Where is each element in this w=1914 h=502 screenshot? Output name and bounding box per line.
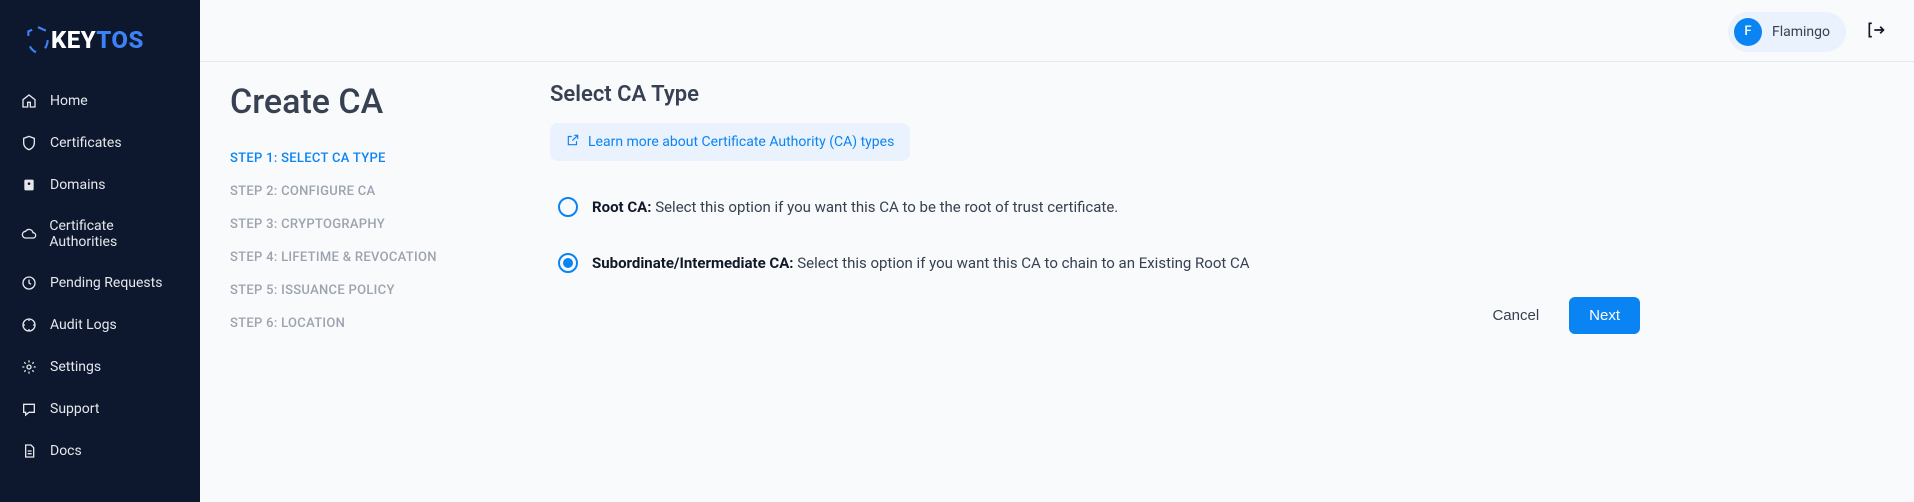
sidebar-item-label: Certificate Authorities bbox=[49, 218, 180, 250]
option-sub-text: Subordinate/Intermediate CA: Select this… bbox=[592, 254, 1250, 272]
logout-icon bbox=[1866, 20, 1886, 44]
learn-more-link[interactable]: Learn more about Certificate Authority (… bbox=[550, 123, 910, 161]
nav-list: Home Certificates Domains Certificate Au… bbox=[0, 80, 200, 472]
sidebar-item-label: Settings bbox=[50, 359, 101, 375]
sidebar-item-pending-requests[interactable]: Pending Requests bbox=[0, 262, 200, 304]
badge-icon bbox=[20, 176, 38, 194]
step-4: STEP 4: LIFETIME & REVOCATION bbox=[230, 241, 490, 274]
sidebar-item-support[interactable]: Support bbox=[0, 388, 200, 430]
cancel-button[interactable]: Cancel bbox=[1478, 297, 1553, 334]
sidebar-item-label: Support bbox=[50, 401, 99, 417]
logout-button[interactable] bbox=[1858, 14, 1894, 50]
main-content: F Flamingo Create CA STEP 1: SELECT CA T… bbox=[200, 2, 1914, 502]
sidebar-item-certificate-authorities[interactable]: Certificate Authorities bbox=[0, 206, 200, 262]
sidebar-item-docs[interactable]: Docs bbox=[0, 430, 200, 472]
option-root-title: Root CA: bbox=[592, 198, 651, 216]
option-sub-desc: Select this option if you want this CA t… bbox=[794, 254, 1250, 272]
clock-icon bbox=[20, 274, 38, 292]
action-row: Cancel Next bbox=[550, 297, 1650, 334]
sidebar-item-home[interactable]: Home bbox=[0, 80, 200, 122]
step-1[interactable]: STEP 1: SELECT CA TYPE bbox=[230, 142, 490, 175]
sidebar-item-label: Domains bbox=[50, 177, 105, 193]
form-column: Select CA Type Learn more about Certific… bbox=[550, 82, 1650, 340]
document-icon bbox=[20, 442, 38, 460]
sidebar-item-label: Certificates bbox=[50, 135, 122, 151]
step-5: STEP 5: ISSUANCE POLICY bbox=[230, 274, 490, 307]
sidebar-item-settings[interactable]: Settings bbox=[0, 346, 200, 388]
option-root-ca[interactable]: Root CA: Select this option if you want … bbox=[550, 185, 1650, 229]
gear-icon bbox=[20, 358, 38, 376]
option-root-text: Root CA: Select this option if you want … bbox=[592, 198, 1118, 216]
section-title: Select CA Type bbox=[550, 82, 1650, 107]
sidebar-item-label: Home bbox=[50, 93, 88, 109]
page-title: Create CA bbox=[230, 82, 490, 122]
sidebar-item-domains[interactable]: Domains bbox=[0, 164, 200, 206]
sidebar-item-label: Pending Requests bbox=[50, 275, 162, 291]
step-2: STEP 2: CONFIGURE CA bbox=[230, 175, 490, 208]
sidebar-item-label: Audit Logs bbox=[50, 317, 117, 333]
user-menu[interactable]: F Flamingo bbox=[1728, 12, 1846, 52]
shield-check-icon bbox=[20, 134, 38, 152]
sidebar: KEY TOS Home Certificates Domains Certi bbox=[0, 0, 200, 502]
content-area: Create CA STEP 1: SELECT CA TYPE STEP 2:… bbox=[200, 62, 1914, 360]
cloud-icon bbox=[20, 225, 37, 243]
step-3: STEP 3: CRYPTOGRAPHY bbox=[230, 208, 490, 241]
home-icon bbox=[20, 92, 38, 110]
shield-icon bbox=[25, 25, 51, 55]
option-root-desc: Select this option if you want this CA t… bbox=[651, 198, 1118, 216]
chat-icon bbox=[20, 400, 38, 418]
avatar: F bbox=[1734, 18, 1762, 46]
external-link-icon bbox=[566, 133, 580, 151]
user-name: Flamingo bbox=[1772, 24, 1830, 40]
sidebar-item-audit-logs[interactable]: Audit Logs bbox=[0, 304, 200, 346]
option-sub-title: Subordinate/Intermediate CA: bbox=[592, 254, 794, 272]
brand-text-tos: TOS bbox=[96, 26, 144, 54]
brand-logo[interactable]: KEY TOS bbox=[0, 15, 200, 80]
option-subordinate-ca[interactable]: Subordinate/Intermediate CA: Select this… bbox=[550, 241, 1650, 285]
learn-more-text: Learn more about Certificate Authority (… bbox=[588, 134, 894, 150]
step-6: STEP 6: LOCATION bbox=[230, 307, 490, 340]
topbar: F Flamingo bbox=[200, 2, 1914, 62]
radio-root-ca[interactable] bbox=[558, 197, 578, 217]
brand-text-key: KEY bbox=[51, 26, 96, 54]
sidebar-item-label: Docs bbox=[50, 443, 82, 459]
next-button[interactable]: Next bbox=[1569, 297, 1640, 334]
sidebar-item-certificates[interactable]: Certificates bbox=[0, 122, 200, 164]
target-icon bbox=[20, 316, 38, 334]
radio-subordinate-ca[interactable] bbox=[558, 253, 578, 273]
steps-column: Create CA STEP 1: SELECT CA TYPE STEP 2:… bbox=[230, 82, 490, 340]
